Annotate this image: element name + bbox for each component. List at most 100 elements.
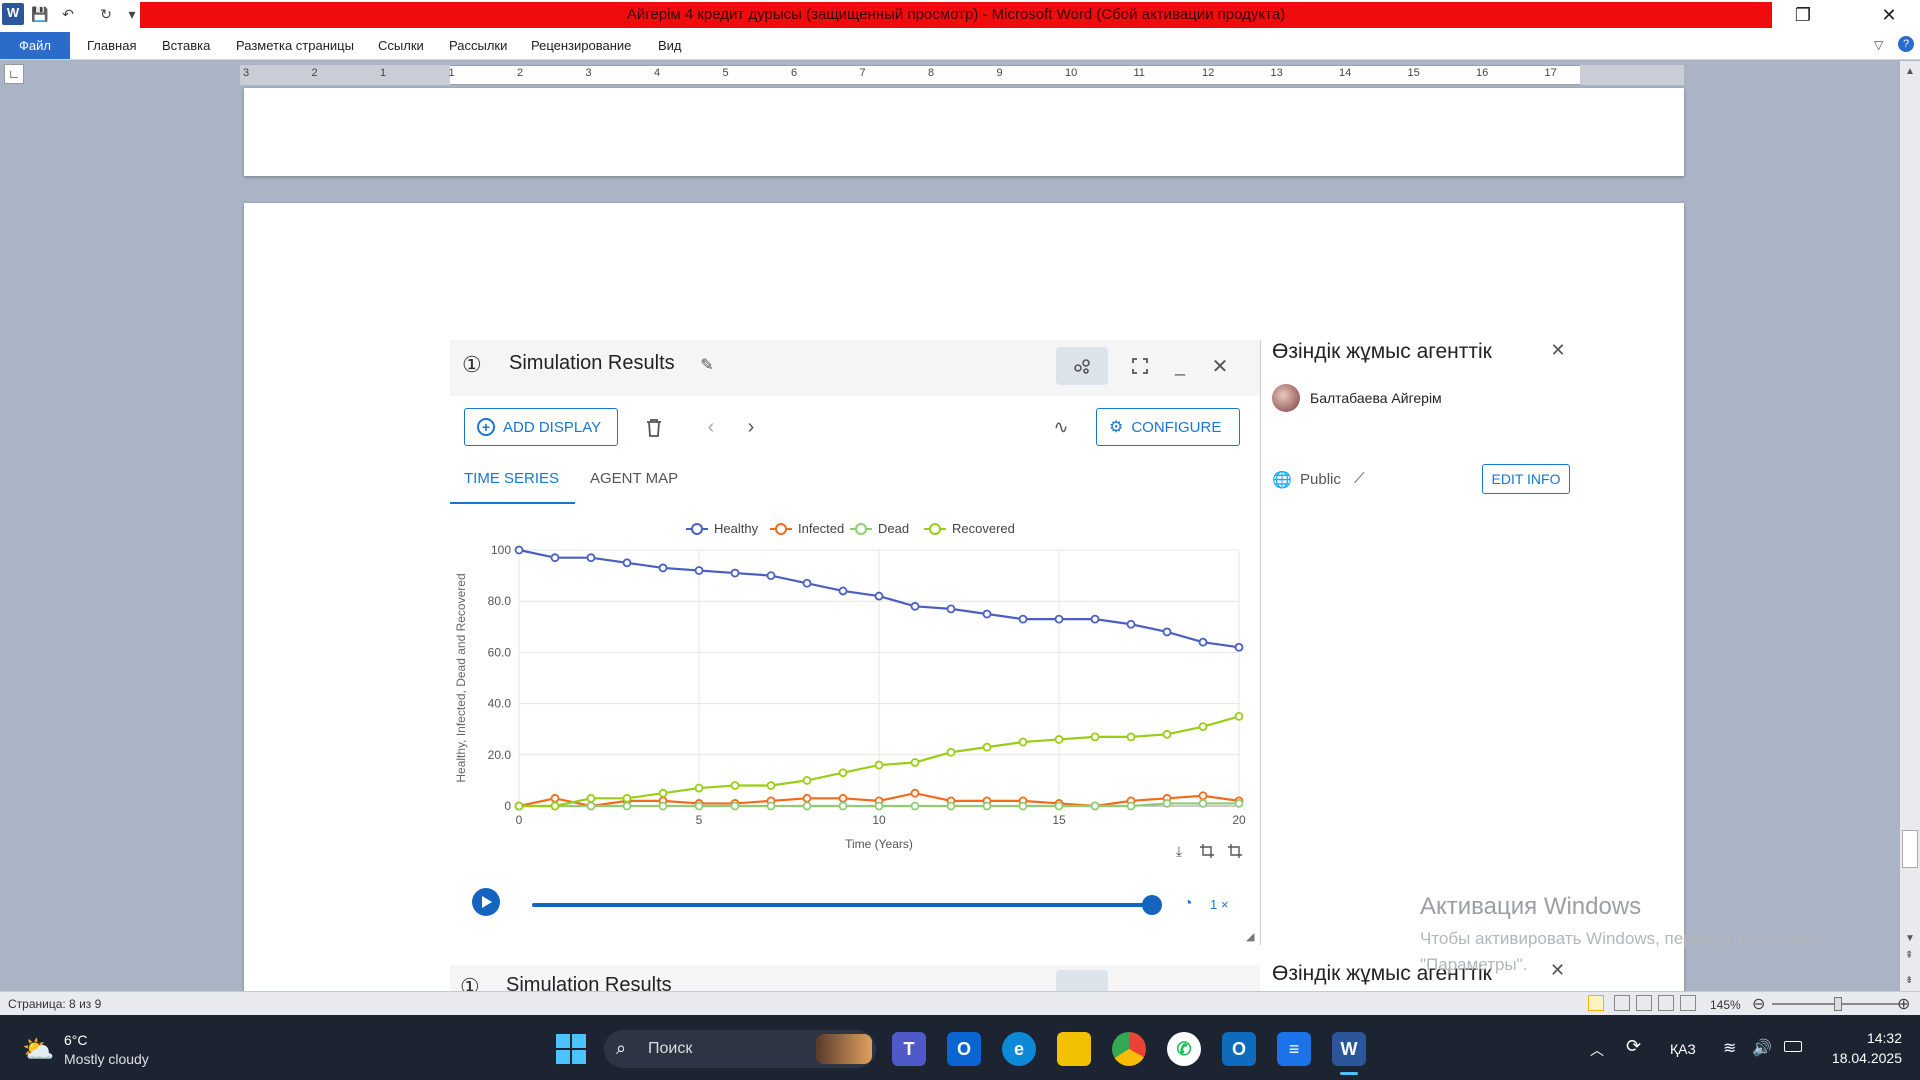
volume-icon[interactable]: 🔊 (1752, 1038, 1772, 1058)
undo-icon[interactable]: ↶ (58, 4, 78, 24)
tab-insert[interactable]: Вставка (162, 38, 210, 53)
page-count[interactable]: Страница: 8 из 9 (8, 997, 101, 1011)
wifi-icon[interactable]: ≋ (1723, 1038, 1736, 1058)
search-placeholder: Поиск (648, 1040, 693, 1057)
data-point-recovered (910, 758, 920, 767)
data-point-dead (1090, 801, 1100, 811)
save-icon[interactable]: 💾 (30, 4, 50, 24)
data-point-recovered (838, 768, 848, 778)
zoom-in-icon[interactable]: ⊕ (1897, 994, 1910, 1014)
ruler-labels: 3 2 1 1 2 3 4 5 6 7 8 9 10 11 12 13 14 15 16 17 (0, 67, 1920, 83)
battery-icon[interactable] (1784, 1041, 1802, 1052)
y-axis-label: Healthy, Infected, Dead and Recovered (454, 573, 468, 782)
start-button[interactable] (556, 1034, 586, 1064)
timeline-thumb[interactable] (1142, 895, 1162, 915)
ruler-tick-label: 14 (1339, 67, 1352, 79)
play-button[interactable] (472, 888, 500, 916)
legend-label: Recovered (952, 521, 1015, 536)
weather-temp[interactable]: 6°C (64, 1032, 88, 1048)
activation-watermark-title: Активация Windows (1420, 893, 1642, 920)
x-tick-label: 5 (696, 813, 703, 827)
edit-pencil-icon[interactable]: ✎ (696, 354, 718, 376)
zoom-out-icon[interactable]: ⊖ (1752, 994, 1765, 1014)
teams-icon[interactable]: T (892, 1032, 926, 1066)
data-point-recovered (982, 742, 992, 752)
previous-page-icon[interactable]: ⇞ (1905, 950, 1913, 961)
web-layout-icon[interactable] (1636, 995, 1652, 1011)
zoom-icon[interactable] (1198, 842, 1216, 860)
add-display-button[interactable]: + ADD DISPLAY (464, 408, 618, 446)
fullscreen-icon[interactable] (1128, 354, 1152, 378)
zoom-level[interactable]: 145% (1710, 998, 1741, 1012)
signature-icon[interactable]: ∿ (1048, 414, 1074, 440)
status-bar (0, 991, 1920, 1015)
outlook-icon[interactable]: O (1222, 1032, 1256, 1066)
outline-icon[interactable] (1658, 995, 1674, 1011)
configure-button[interactable]: ⚙ CONFIGURE (1096, 408, 1240, 446)
speed-label[interactable]: 1 × (1210, 897, 1228, 912)
draft-icon[interactable] (1680, 995, 1696, 1011)
chevron-up-icon[interactable]: ︿ (1590, 1040, 1604, 1060)
clock-date[interactable]: 18.04.2025 (1822, 1050, 1902, 1066)
scroll-down-icon[interactable]: ▼ (1905, 933, 1915, 944)
tab-mailings[interactable]: Рассылки (449, 38, 507, 53)
file-explorer-icon[interactable] (1057, 1032, 1091, 1066)
clock-time[interactable]: 14:32 (1822, 1030, 1902, 1046)
tab-page-layout[interactable]: Разметка страницы (236, 38, 354, 53)
tab-references[interactable]: Ссылки (378, 38, 424, 53)
tab-home[interactable]: Главная (87, 38, 136, 53)
customize-toolbar-icon[interactable]: ▾ (122, 4, 142, 24)
x-axis-label: Time (Years) (845, 837, 913, 851)
close-card-icon[interactable]: ✕ (1208, 354, 1232, 378)
edit-info-button[interactable]: EDIT INFO (1482, 464, 1570, 494)
ruler-tick-label: 4 (654, 67, 661, 79)
scroll-thumb[interactable] (1902, 830, 1918, 868)
legend-marker (855, 523, 867, 535)
data-point-healthy (1234, 642, 1244, 652)
zoom-reset-icon[interactable] (1226, 842, 1244, 860)
cloud-icon: ⛅ (22, 1034, 55, 1064)
edge-icon[interactable]: e (1002, 1032, 1036, 1066)
data-point-dead (910, 801, 920, 811)
sync-icon[interactable]: ⟳ (1626, 1036, 1641, 1057)
data-point-dead (730, 801, 740, 811)
chevron-right-icon[interactable]: › (740, 416, 762, 438)
share-icon[interactable] (1056, 970, 1108, 991)
chrome-icon[interactable] (1112, 1032, 1146, 1066)
scroll-up-icon[interactable]: ▲ (1905, 66, 1915, 77)
word-taskbar-icon[interactable]: W (1332, 1032, 1366, 1066)
tab-review[interactable]: Рецензирование (531, 38, 631, 53)
data-point-healthy (658, 563, 668, 573)
timeline-slider[interactable] (532, 903, 1152, 907)
help-icon[interactable]: ? (1898, 36, 1914, 52)
language-indicator[interactable]: ҚАЗ (1670, 1041, 1696, 1057)
close-panel-icon[interactable]: ✕ (1546, 338, 1570, 362)
next-page-icon[interactable]: ⇟ (1905, 975, 1913, 986)
close-window-button[interactable]: ✕ (1866, 0, 1912, 30)
tab-time-series[interactable]: TIME SERIES (464, 470, 559, 487)
chevron-left-icon[interactable]: ‹ (700, 416, 722, 438)
redo-icon[interactable]: ↻ (96, 4, 116, 24)
notepad-icon[interactable]: ≡ (1277, 1032, 1311, 1066)
tab-view[interactable]: Вид (658, 38, 682, 53)
speed-icon[interactable]: ◔ (1183, 895, 1193, 913)
data-point-recovered (874, 760, 884, 770)
read-mode-icon[interactable] (1614, 995, 1630, 1011)
tab-file[interactable]: Файл (0, 32, 70, 59)
print-layout-icon[interactable] (1588, 995, 1604, 1011)
weather-desc[interactable]: Mostly cloudy (64, 1051, 149, 1067)
outlook-new-icon[interactable]: O (947, 1032, 981, 1066)
data-point-recovered (1162, 729, 1172, 739)
ribbon-collapse-icon[interactable]: ▽ (1874, 38, 1883, 52)
zoom-slider-thumb[interactable] (1834, 997, 1842, 1011)
minimize-icon[interactable]: _ (1168, 354, 1192, 378)
download-icon[interactable]: ⤓ (1170, 842, 1188, 860)
restore-button[interactable]: ❐ (1780, 0, 1826, 30)
side-panel (1260, 340, 1580, 945)
whatsapp-icon[interactable]: ✆ (1167, 1032, 1201, 1066)
tab-agent-map[interactable]: AGENT MAP (590, 470, 678, 487)
share-icon[interactable] (1056, 347, 1108, 385)
trash-icon[interactable] (642, 414, 666, 440)
ruler-tick-label: 17 (1544, 67, 1557, 79)
resize-handle-icon[interactable]: ◢ (1246, 930, 1254, 943)
